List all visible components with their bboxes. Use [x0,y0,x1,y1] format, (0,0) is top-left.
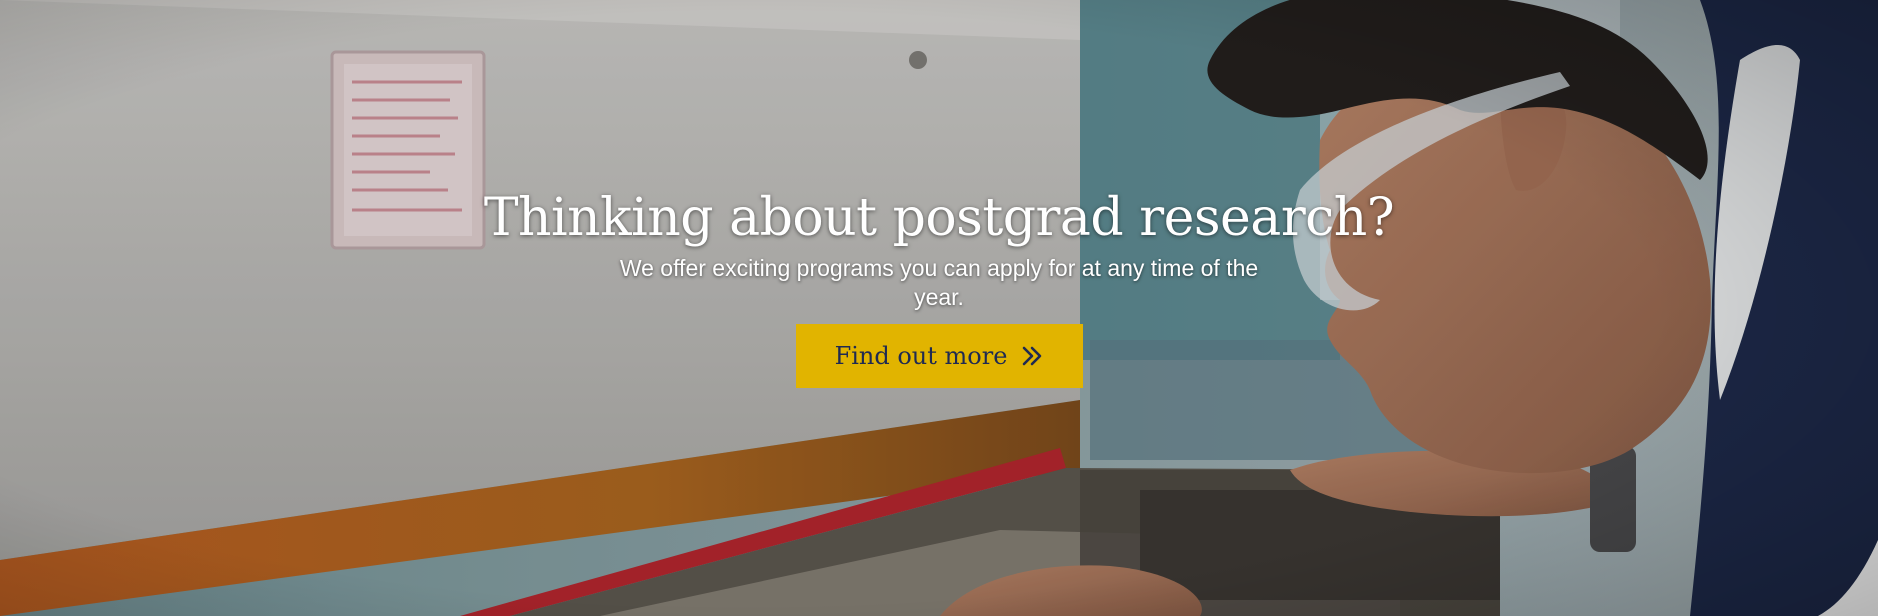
find-out-more-button[interactable]: Find out more [795,324,1083,388]
double-chevron-right-icon [1023,346,1042,366]
hero-banner: Thinking about postgrad research? We off… [0,0,1878,616]
hero-content: Thinking about postgrad research? We off… [0,182,1878,388]
find-out-more-label: Find out more [834,342,1008,370]
hero-title: Thinking about postgrad research? [483,188,1395,248]
hero-subtitle: We offer exciting programs you can apply… [619,255,1259,310]
